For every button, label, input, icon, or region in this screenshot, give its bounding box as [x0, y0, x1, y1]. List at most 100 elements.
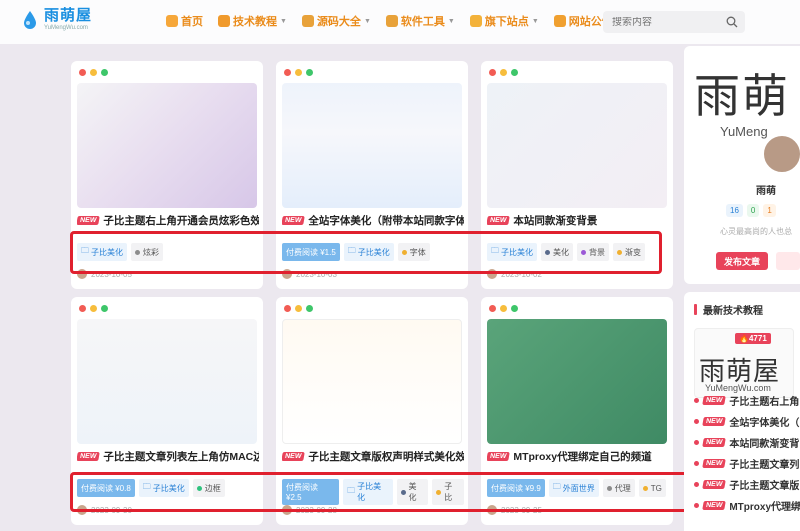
- secondary-button[interactable]: [776, 252, 800, 270]
- search-input[interactable]: [612, 16, 722, 28]
- notice-icon: [553, 15, 566, 27]
- article-title[interactable]: NEW 本站同款渐变背景: [487, 213, 669, 228]
- latest-list: NEW 子比主题右上角 NEW 全站字体美化（ NEW 本站同款渐变背 NEW 子比主题文章列…: [694, 390, 800, 516]
- hot-badge: 🔥4771: [735, 333, 771, 344]
- new-badge: NEW: [77, 216, 101, 225]
- article-thumbnail[interactable]: [77, 83, 257, 208]
- bullet-icon: [694, 503, 699, 508]
- green-dot: [101, 305, 108, 312]
- nav-label: 软件工具: [400, 16, 445, 28]
- latest-panel: 最新技术教程 🔥4771 雨萌屋 YuMengWu.com NEW 子比主题右上角…: [684, 292, 800, 531]
- latest-item[interactable]: NEW 全站字体美化（: [694, 411, 800, 432]
- red-dot: [79, 69, 86, 76]
- avatar[interactable]: [762, 134, 800, 174]
- site-subtitle: YuMengWu.com: [44, 25, 88, 31]
- latest-item-label: 子比主题文章列: [729, 460, 800, 471]
- top-header: 雨萌屋 YuMengWu.com 首页 技术教程 ▼ 源码大全 ▼ 软件工具 ▼ 旗下站点 ▼ 网…: [0, 0, 800, 44]
- main-nav: 首页 技术教程 ▼ 源码大全 ▼ 软件工具 ▼ 旗下站点 ▼ 网站公告: [166, 13, 628, 29]
- article-title[interactable]: NEW 全站字体美化（附带本站同款字体）: [282, 213, 464, 228]
- search-box[interactable]: [603, 11, 745, 33]
- highlight-box-top: [70, 231, 662, 274]
- window-dots: [79, 69, 112, 76]
- droplet-icon: [22, 10, 38, 30]
- latest-item[interactable]: NEW MTproxy代理绑: [694, 495, 800, 516]
- red-dot: [284, 69, 291, 76]
- green-dot: [101, 69, 108, 76]
- yellow-dot: [500, 305, 507, 312]
- new-badge: NEW: [702, 396, 727, 405]
- bullet-icon: [694, 440, 699, 445]
- book-icon: [218, 15, 230, 27]
- chevron-down-icon: ▼: [531, 17, 539, 25]
- latest-item-label: 全站字体美化（: [729, 418, 800, 429]
- green-dot: [511, 69, 518, 76]
- nav-item-0[interactable]: 首页: [166, 13, 203, 29]
- stat-posts[interactable]: 16: [726, 204, 743, 217]
- new-badge: NEW: [702, 438, 727, 447]
- nav-item-3[interactable]: 软件工具 ▼: [385, 13, 455, 29]
- bullet-icon: [694, 419, 699, 424]
- red-dot: [489, 69, 496, 76]
- nav-label: 源码大全: [316, 16, 361, 28]
- site-title: 雨萌屋: [44, 7, 93, 24]
- latest-item-label: MTproxy代理绑: [729, 502, 800, 513]
- article-title[interactable]: NEW MTproxy代理绑定自己的频道: [487, 449, 669, 464]
- new-badge: NEW: [702, 480, 727, 489]
- latest-item[interactable]: NEW 子比主题右上角: [694, 390, 800, 411]
- latest-thumbnail[interactable]: 🔥4771 雨萌屋 YuMengWu.com: [694, 328, 794, 398]
- profile-motto: 心灵最高尚的人也总: [720, 227, 792, 236]
- article-thumbnail[interactable]: [487, 319, 667, 444]
- code-icon: [301, 15, 314, 27]
- yellow-dot: [295, 69, 302, 76]
- profile-panel: 雨萌 YuMeng 雨萌 16 0 1 心灵最高尚的人也总 发布文章: [684, 46, 800, 284]
- yellow-dot: [295, 305, 302, 312]
- latest-item-label: 本站同款渐变背: [729, 439, 800, 450]
- stat-likes[interactable]: 1: [763, 204, 776, 217]
- article-title[interactable]: NEW子比主题文章版权声明样式美化效果（二开）: [282, 449, 464, 464]
- window-dots: [79, 305, 112, 312]
- nav-item-1[interactable]: 技术教程 ▼: [218, 13, 287, 29]
- nav-label: 首页: [181, 16, 203, 28]
- article-thumbnail[interactable]: [282, 83, 462, 208]
- bullet-icon: [694, 398, 699, 403]
- nav-item-2[interactable]: 源码大全 ▼: [301, 13, 371, 29]
- article-title[interactable]: NEW子比主题文章列表左上角仿MAC边框美化: [77, 449, 259, 464]
- nav-label: 技术教程: [233, 16, 277, 28]
- article-thumbnail[interactable]: [282, 319, 462, 444]
- new-badge: NEW: [282, 216, 306, 225]
- bullet-icon: [694, 461, 699, 466]
- latest-item[interactable]: NEW 子比主题文章版: [694, 474, 800, 495]
- nav-label: 旗下站点: [484, 16, 529, 28]
- site-icon: [469, 15, 482, 27]
- profile-stats: 16 0 1: [726, 204, 780, 217]
- stat-comments[interactable]: 0: [746, 204, 760, 217]
- new-badge: NEW: [702, 459, 727, 468]
- chevron-down-icon: ▼: [280, 17, 287, 25]
- article-thumbnail[interactable]: [487, 83, 667, 208]
- article-thumbnail[interactable]: [77, 319, 257, 444]
- window-dots: [489, 69, 522, 76]
- bullet-icon: [694, 482, 699, 487]
- new-badge: NEW: [702, 501, 727, 510]
- new-badge: NEW: [282, 452, 306, 461]
- publish-button[interactable]: 发布文章: [716, 252, 768, 270]
- green-dot: [511, 305, 518, 312]
- highlight-box-bottom: [70, 472, 688, 512]
- tool-icon: [385, 15, 398, 27]
- profile-logo: 雨萌: [694, 69, 790, 123]
- red-dot: [79, 305, 86, 312]
- window-dots: [489, 305, 522, 312]
- red-dot: [489, 305, 496, 312]
- yellow-dot: [90, 305, 97, 312]
- yellow-dot: [90, 69, 97, 76]
- profile-name[interactable]: 雨萌: [756, 182, 776, 197]
- search-icon[interactable]: [726, 16, 738, 28]
- latest-item[interactable]: NEW 子比主题文章列: [694, 453, 800, 474]
- nav-item-4[interactable]: 旗下站点 ▼: [469, 13, 539, 29]
- window-dots: [284, 69, 317, 76]
- window-dots: [284, 305, 317, 312]
- article-title[interactable]: NEW 子比主题右上角开通会员炫彩色效果: [77, 213, 259, 228]
- latest-item[interactable]: NEW 本站同款渐变背: [694, 432, 800, 453]
- new-badge: NEW: [487, 452, 511, 461]
- site-logo[interactable]: 雨萌屋 YuMengWu.com: [22, 8, 92, 32]
